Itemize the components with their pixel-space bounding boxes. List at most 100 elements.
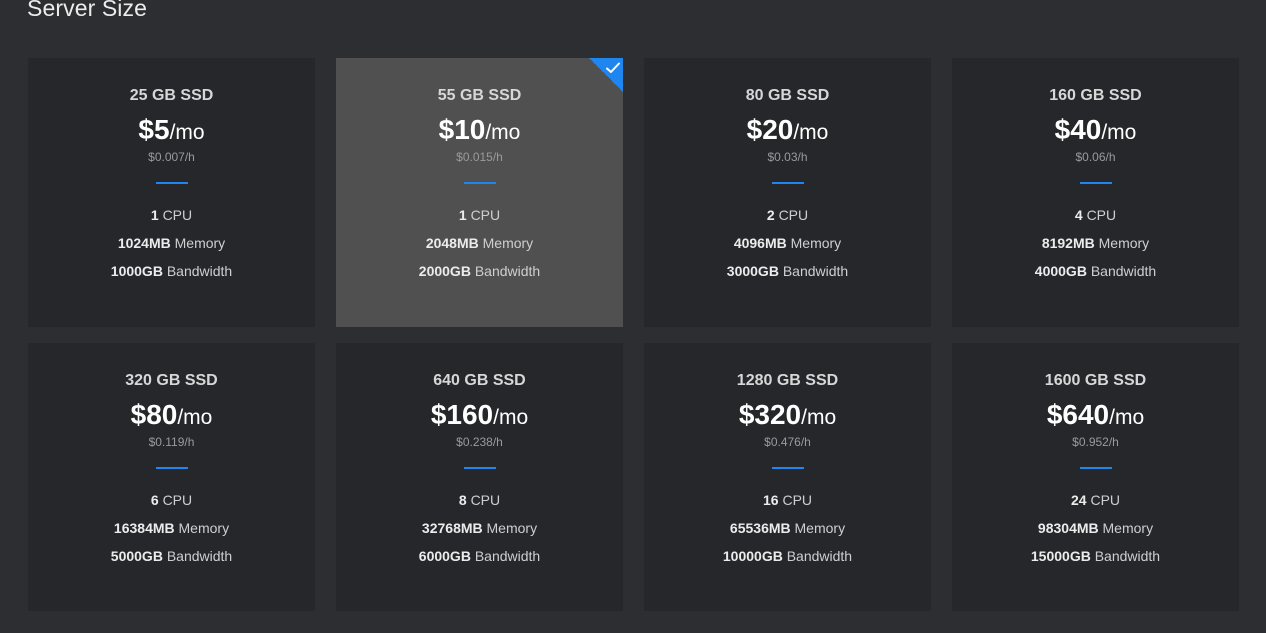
plan-hourly-price: $0.476/h	[764, 435, 811, 449]
plan-disk: 1600 GB SSD	[1044, 372, 1147, 389]
plan-memory-value: 32768MB	[421, 520, 483, 536]
plan-card-1280gb[interactable]: 1280 GB SSD $320/mo $0.476/h 16 CPU 6553…	[644, 343, 931, 611]
plan-disk: 1280 GB SSD	[736, 372, 839, 389]
plan-cpu: 1 CPU	[28, 206, 315, 224]
plan-cpu: 4 CPU	[952, 206, 1239, 224]
plan-bandwidth-label: Bandwidth	[1090, 263, 1157, 279]
plan-bandwidth: 4000GB Bandwidth	[952, 262, 1239, 280]
plan-bandwidth-value: 4000GB	[1034, 263, 1087, 279]
plan-cpu-value: 16	[762, 492, 779, 508]
plan-hourly-price: $0.007/h	[148, 150, 195, 164]
plan-card-55gb[interactable]: 55 GB SSD $10/mo $0.015/h 1 CPU 2048MB M…	[336, 58, 623, 327]
plan-price-unit: /mo	[793, 121, 829, 144]
plan-cpu-value: 4	[1074, 207, 1083, 223]
plan-memory: 32768MB Memory	[336, 519, 623, 537]
plan-price: $80/mo	[28, 397, 315, 433]
plan-price-amount: $80	[130, 399, 178, 430]
plan-card-25gb[interactable]: 25 GB SSD $5/mo $0.007/h 1 CPU 1024MB Me…	[28, 58, 315, 327]
plan-bandwidth-label: Bandwidth	[786, 548, 853, 564]
plan-divider	[463, 182, 496, 184]
plan-hourly-price: $0.238/h	[456, 435, 503, 449]
plan-memory: 2048MB Memory	[336, 234, 623, 252]
plan-cpu-label: CPU	[470, 207, 501, 223]
plan-bandwidth: 5000GB Bandwidth	[28, 547, 315, 565]
plan-card-80gb[interactable]: 80 GB SSD $20/mo $0.03/h 2 CPU 4096MB Me…	[644, 58, 931, 327]
plan-price-amount: $20	[746, 114, 794, 145]
plan-memory-value: 98304MB	[1037, 520, 1099, 536]
plan-cpu: 24 CPU	[952, 491, 1239, 509]
plan-price-unit: /mo	[177, 406, 213, 429]
plan-divider	[1079, 182, 1112, 184]
plan-cpu-label: CPU	[778, 207, 809, 223]
plan-price-unit: /mo	[1109, 406, 1145, 429]
plan-cpu: 6 CPU	[28, 491, 315, 509]
plan-cpu-label: CPU	[1090, 492, 1121, 508]
plan-bandwidth-value: 15000GB	[1030, 548, 1091, 564]
plan-card-1600gb[interactable]: 1600 GB SSD $640/mo $0.952/h 24 CPU 9830…	[952, 343, 1239, 611]
plan-cpu: 16 CPU	[644, 491, 931, 509]
plan-price-unit: /mo	[493, 406, 529, 429]
plan-divider	[463, 467, 496, 469]
plan-disk: 640 GB SSD	[433, 372, 526, 389]
plan-hourly-price: $0.03/h	[767, 150, 808, 164]
plan-bandwidth-label: Bandwidth	[782, 263, 849, 279]
plan-price-amount: $160	[430, 399, 494, 430]
plan-price: $160/mo	[336, 397, 623, 433]
plan-price: $40/mo	[952, 112, 1239, 148]
plan-card-320gb[interactable]: 320 GB SSD $80/mo $0.119/h 6 CPU 16384MB…	[28, 343, 315, 611]
plan-hourly-price: $0.952/h	[1072, 435, 1119, 449]
plan-bandwidth-value: 6000GB	[418, 548, 471, 564]
plan-bandwidth-value: 3000GB	[726, 263, 779, 279]
plan-bandwidth: 1000GB Bandwidth	[28, 262, 315, 280]
plan-card-640gb[interactable]: 640 GB SSD $160/mo $0.238/h 8 CPU 32768M…	[336, 343, 623, 611]
plan-price-unit: /mo	[801, 406, 837, 429]
plan-cpu-value: 24	[1070, 492, 1087, 508]
checkmark-icon	[606, 62, 620, 73]
plan-bandwidth: 15000GB Bandwidth	[952, 547, 1239, 565]
plan-cpu: 1 CPU	[336, 206, 623, 224]
plan-cpu-value: 1	[458, 207, 467, 223]
plan-bandwidth-label: Bandwidth	[166, 263, 233, 279]
plan-divider	[771, 467, 804, 469]
plan-cpu-label: CPU	[782, 492, 813, 508]
plan-memory: 65536MB Memory	[644, 519, 931, 537]
plan-bandwidth-label: Bandwidth	[474, 548, 541, 564]
plan-cpu-label: CPU	[162, 207, 193, 223]
plan-price-unit: /mo	[1101, 121, 1137, 144]
plan-price-amount: $5	[138, 114, 170, 145]
plan-disk: 55 GB SSD	[437, 87, 522, 104]
plan-disk: 80 GB SSD	[745, 87, 830, 104]
plan-price-amount: $320	[738, 399, 802, 430]
plan-bandwidth-label: Bandwidth	[474, 263, 541, 279]
plan-hourly-price: $0.119/h	[148, 435, 195, 449]
plan-bandwidth-label: Bandwidth	[1094, 548, 1161, 564]
selected-corner-badge	[589, 58, 623, 92]
plan-memory: 8192MB Memory	[952, 234, 1239, 252]
plan-memory-label: Memory	[1102, 520, 1154, 536]
plan-hourly-price: $0.06/h	[1075, 150, 1116, 164]
plan-bandwidth: 2000GB Bandwidth	[336, 262, 623, 280]
plan-memory-value: 2048MB	[425, 235, 479, 251]
plan-memory-label: Memory	[790, 235, 842, 251]
plan-memory-value: 4096MB	[733, 235, 787, 251]
plan-card-160gb[interactable]: 160 GB SSD $40/mo $0.06/h 4 CPU 8192MB M…	[952, 58, 1239, 327]
plan-divider	[1079, 467, 1112, 469]
plan-memory: 16384MB Memory	[28, 519, 315, 537]
plan-memory-label: Memory	[1098, 235, 1150, 251]
plan-cpu: 8 CPU	[336, 491, 623, 509]
plan-disk: 25 GB SSD	[129, 87, 214, 104]
plan-memory-value: 1024MB	[117, 235, 171, 251]
plan-bandwidth-label: Bandwidth	[166, 548, 233, 564]
plan-divider	[155, 467, 188, 469]
plan-memory-value: 65536MB	[729, 520, 791, 536]
plan-cpu-label: CPU	[162, 492, 193, 508]
plan-memory-label: Memory	[174, 235, 226, 251]
plan-memory-label: Memory	[794, 520, 846, 536]
plan-divider	[155, 182, 188, 184]
plan-memory-label: Memory	[482, 235, 534, 251]
plan-price-amount: $40	[1054, 114, 1102, 145]
plan-cpu-label: CPU	[470, 492, 501, 508]
plan-memory-label: Memory	[486, 520, 538, 536]
plan-memory-value: 16384MB	[113, 520, 175, 536]
plan-price-unit: /mo	[169, 121, 205, 144]
